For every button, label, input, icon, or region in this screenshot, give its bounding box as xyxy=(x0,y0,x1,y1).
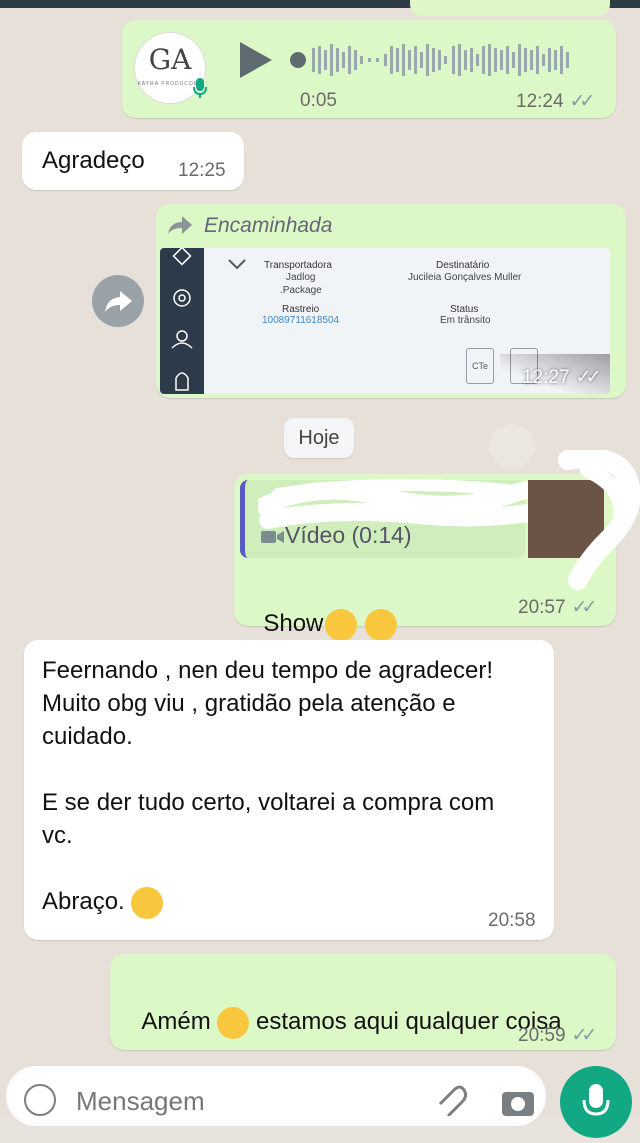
mic-icon xyxy=(582,1084,610,1116)
camera-icon[interactable] xyxy=(500,1086,536,1116)
clapping-hands-emoji xyxy=(325,608,358,641)
reply-time: 20:57 xyxy=(518,597,566,618)
audio-timestamp: 12:24 ✓✓ xyxy=(516,90,596,113)
read-ticks-icon: ✓✓ xyxy=(569,91,596,112)
app-sidebar xyxy=(160,248,204,394)
message-line: Muito obg viu , gratidão pela atenção e xyxy=(42,690,456,717)
forwarded-time: 12:27 ✓✓ xyxy=(522,366,602,389)
long-message-text: Feernando , nen deu tempo de agradecer! … xyxy=(42,654,542,919)
share-button[interactable] xyxy=(92,275,144,327)
emoji-picker-button[interactable] xyxy=(24,1084,56,1116)
message-line-gap xyxy=(42,852,542,885)
heart-eyes-emoji xyxy=(131,886,164,919)
carrier-value: Jadlog xyxy=(286,272,316,283)
smiling-emoji xyxy=(217,1006,250,1039)
recipient-label: Destinatário xyxy=(436,260,490,271)
mic-icon xyxy=(193,78,207,98)
cte-file-label: CTe xyxy=(471,361,488,371)
outgoing-text: Amém estamos aqui qualquer coisa xyxy=(128,972,562,1039)
avatar-initials: GA xyxy=(148,43,192,76)
status-value: Em trânsito xyxy=(440,315,491,326)
message-time: 12:25 xyxy=(178,160,226,181)
thumbnail-redaction xyxy=(558,450,640,590)
audio-duration: 0:05 xyxy=(300,90,337,111)
outgoing-timestamp: 20:59 ✓✓ xyxy=(518,1024,598,1047)
sidebar-icons xyxy=(171,248,193,391)
read-ticks-icon: ✓✓ xyxy=(571,597,598,618)
reply-text-content: Show xyxy=(263,610,324,637)
audio-time: 12:24 xyxy=(516,91,564,112)
play-icon[interactable] xyxy=(240,42,272,78)
message-line: E se der tudo certo, voltarei a compra c… xyxy=(42,789,495,816)
read-ticks-icon: ✓✓ xyxy=(571,1025,598,1046)
message-line: Feernando , nen deu tempo de agradecer! xyxy=(42,657,493,684)
recipient-value: Jucileia Gonçalves Muller xyxy=(408,272,522,283)
message-line-text: Abraço. xyxy=(42,888,125,915)
message-line-gap xyxy=(42,753,542,786)
attach-icon[interactable] xyxy=(432,1084,468,1116)
chevron-down-icon[interactable] xyxy=(228,258,246,270)
message-input[interactable]: Mensagem xyxy=(76,1086,205,1117)
message-line: Abraço. xyxy=(42,885,542,919)
message-time: 20:58 xyxy=(488,910,536,931)
outgoing-time: 20:59 xyxy=(518,1025,566,1046)
carrier-label: Transportadora xyxy=(264,260,332,271)
voice-record-button[interactable] xyxy=(560,1066,632,1138)
cte-file-icon[interactable]: CTe xyxy=(466,348,494,384)
share-icon xyxy=(105,291,132,312)
message-text: Agradeço xyxy=(42,147,145,174)
forwarded-time-text: 12:27 xyxy=(522,367,570,388)
clapping-hands-emoji xyxy=(365,608,398,641)
tracking-label: Rastreio xyxy=(282,304,320,315)
tracking-link[interactable]: 10089711618504 xyxy=(262,315,339,326)
previous-message-edge xyxy=(410,0,610,16)
read-ticks-icon: ✓✓ xyxy=(575,367,602,388)
status-label: Status xyxy=(450,304,479,315)
outgoing-text-start: Amém xyxy=(141,1008,211,1035)
outgoing-text-end: estamos aqui qualquer coisa xyxy=(256,1008,562,1035)
carrier-sub: .Package xyxy=(280,285,322,296)
date-divider: Hoje xyxy=(284,418,354,458)
reply-timestamp: 20:57 ✓✓ xyxy=(518,596,598,619)
reply-text: Show xyxy=(250,574,398,641)
audio-waveform[interactable] xyxy=(288,40,588,80)
forward-arrow-icon xyxy=(168,216,192,234)
forwarded-label: Encaminhada xyxy=(204,214,333,237)
message-line: vc. xyxy=(42,822,73,849)
message-line: cuidado. xyxy=(42,723,133,750)
